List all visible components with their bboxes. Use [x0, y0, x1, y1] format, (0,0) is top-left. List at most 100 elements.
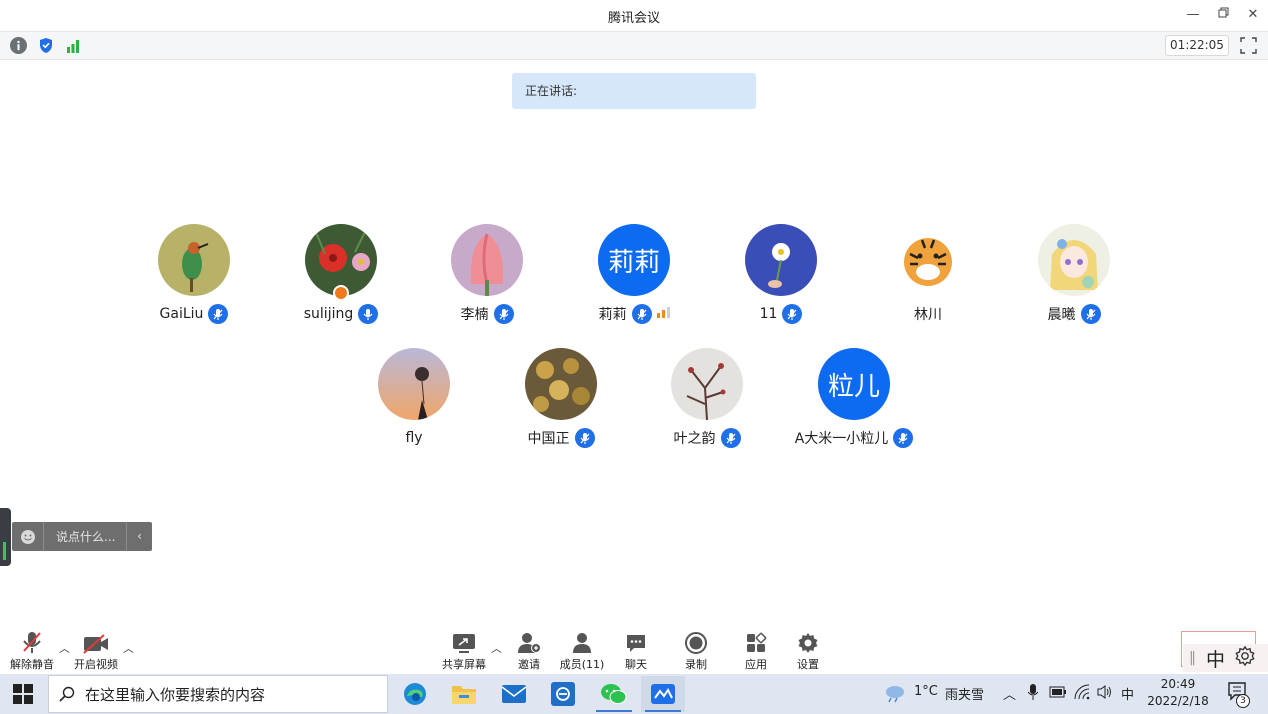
- minimize-button[interactable]: —: [1182, 5, 1204, 25]
- clock-time: 20:49: [1160, 677, 1196, 691]
- settings-button[interactable]: 设置: [778, 628, 838, 671]
- chat-input[interactable]: 说点什么...: [44, 528, 126, 545]
- avatar: [451, 224, 523, 296]
- unmute-label: 解除静音: [10, 658, 54, 671]
- active-speaker-banner: 正在讲话:: [512, 73, 756, 109]
- participant-name-row: 叶之韵: [632, 428, 782, 448]
- participant-name-row: 林川: [853, 304, 1003, 324]
- mic-muted-icon: [893, 428, 914, 448]
- tray-ime-indicator[interactable]: 中: [1121, 684, 1134, 703]
- close-button[interactable]: ✕: [1242, 5, 1264, 25]
- mic-muted-icon: [720, 428, 741, 448]
- wechat-icon[interactable]: [592, 676, 636, 712]
- title-bar: 腾讯会议 — ✕: [0, 0, 1268, 31]
- video-options-chevron-icon[interactable]: ︿: [123, 640, 134, 656]
- members-label: 成员(11): [559, 658, 605, 671]
- mic-muted-icon: [208, 304, 229, 324]
- avatar: [892, 224, 964, 296]
- mic-icon: [358, 304, 379, 324]
- edge-browser-icon[interactable]: [393, 676, 437, 712]
- meeting-timer: 01:22:05: [1165, 35, 1229, 56]
- mic-muted-icon: [574, 428, 595, 448]
- participant-name: 莉莉: [598, 307, 627, 323]
- clock-date: 2022/2/18: [1147, 694, 1209, 708]
- chat-bubble-icon: [606, 628, 666, 654]
- weather-icon[interactable]: [884, 683, 906, 707]
- host-badge-icon: [333, 285, 349, 301]
- search-input[interactable]: 在这里输入你要搜索的内容: [85, 684, 265, 705]
- participant-name-row: sulijing: [266, 304, 416, 324]
- battery-icon[interactable]: [1049, 686, 1067, 702]
- record-button[interactable]: 录制: [666, 628, 726, 671]
- chat-label: 聊天: [625, 658, 647, 671]
- invite-button[interactable]: 邀请: [499, 628, 559, 671]
- participant-name-row: GaiLiu: [119, 304, 269, 324]
- ime-settings-gear-icon[interactable]: [1235, 645, 1255, 671]
- chat-input-bar[interactable]: 说点什么... ‹: [12, 522, 152, 551]
- system-clock[interactable]: 20:49 2022/2/18: [1140, 676, 1216, 710]
- ime-mode[interactable]: 中: [1206, 645, 1225, 672]
- add-user-icon: [499, 628, 559, 654]
- fullscreen-icon[interactable]: [1240, 37, 1257, 54]
- camera-off-icon: [66, 628, 126, 654]
- start-video-button[interactable]: 开启视频: [66, 628, 126, 671]
- microphone-tray-icon[interactable]: [1027, 684, 1039, 704]
- participant-name: 李楠: [460, 307, 489, 323]
- weather-text[interactable]: 雨夹雪: [945, 684, 984, 703]
- tencent-meeting-icon[interactable]: [641, 676, 685, 712]
- participant-name-row: 晨曦: [999, 304, 1149, 324]
- mic-muted-icon: [631, 304, 652, 324]
- window-title: 腾讯会议: [607, 11, 660, 26]
- ime-toolbar[interactable]: ‖ 中: [1183, 644, 1268, 672]
- mail-icon[interactable]: [492, 676, 536, 712]
- mic-muted-icon: [1080, 304, 1101, 324]
- network-signal-icon[interactable]: [64, 37, 81, 54]
- file-explorer-icon[interactable]: [442, 676, 486, 712]
- drag-handle-icon[interactable]: ‖: [1189, 650, 1196, 666]
- windows-taskbar: 在这里输入你要搜索的内容 1°C 雨夹雪 ︿ 中 20:49 2022/2/18: [0, 674, 1268, 714]
- meeting-app-icon[interactable]: [541, 676, 585, 712]
- volume-icon[interactable]: [1097, 684, 1113, 704]
- wifi-icon[interactable]: [1074, 684, 1090, 704]
- video-label: 开启视频: [74, 658, 118, 671]
- avatar-text: 粒儿: [818, 348, 890, 420]
- taskbar-search[interactable]: 在这里输入你要搜索的内容: [48, 675, 388, 713]
- participant-name: 林川: [914, 307, 942, 323]
- chat-button[interactable]: 聊天: [606, 628, 666, 671]
- search-icon: [49, 686, 85, 702]
- emoji-icon[interactable]: [12, 522, 44, 551]
- members-button[interactable]: 成员(11): [552, 628, 612, 671]
- record-label: 录制: [685, 658, 707, 671]
- windows-start-icon[interactable]: [13, 684, 33, 704]
- participant-name-row: 11: [706, 304, 856, 324]
- participant-name: fly: [405, 430, 423, 446]
- tray-chevron-icon[interactable]: ︿: [1003, 684, 1016, 703]
- apps-button[interactable]: 应用: [726, 628, 786, 671]
- avatar: [378, 348, 450, 420]
- unmute-button[interactable]: 解除静音: [2, 628, 62, 671]
- participant-name: GaiLiu: [159, 306, 204, 322]
- weather-temp[interactable]: 1°C: [914, 684, 938, 699]
- info-icon[interactable]: [10, 37, 27, 54]
- participant-name: 11: [759, 306, 778, 322]
- participant-name: sulijing: [303, 306, 354, 322]
- settings-label: 设置: [797, 658, 819, 671]
- side-panel-handle[interactable]: [0, 508, 11, 566]
- share-screen-button[interactable]: 共享屏幕: [434, 628, 494, 671]
- gear-icon: [778, 628, 838, 654]
- invite-label: 邀请: [518, 658, 540, 671]
- restore-button[interactable]: [1212, 5, 1234, 25]
- mic-muted-icon: [2, 628, 62, 654]
- meeting-window: 腾讯会议 — ✕ 01:22:05 正在讲话: GaiLiu sulijing …: [0, 0, 1268, 714]
- participant-name-row: 中国正: [486, 428, 636, 448]
- security-shield-icon[interactable]: [37, 37, 54, 54]
- apps-grid-icon: [726, 628, 786, 654]
- share-screen-icon: [434, 628, 494, 654]
- collapse-chat-icon[interactable]: ‹: [126, 522, 152, 551]
- participant-name: 晨曦: [1047, 307, 1076, 323]
- notification-count-badge: 3: [1236, 694, 1250, 708]
- participant-name-row: A大米一小粒儿: [779, 428, 929, 448]
- mic-muted-icon: [493, 304, 514, 324]
- participant-name: 中国正: [527, 431, 570, 447]
- participant-name: 叶之韵: [673, 431, 716, 447]
